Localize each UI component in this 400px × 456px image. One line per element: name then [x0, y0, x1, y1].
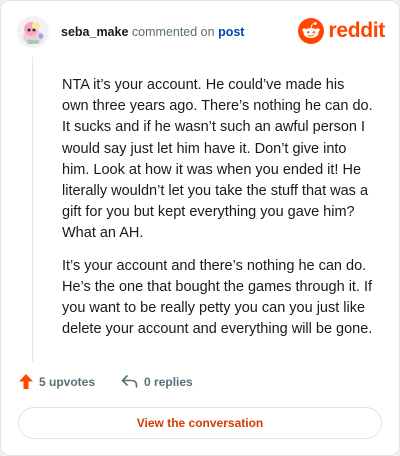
- upvote-arrow-icon: [19, 374, 33, 389]
- reply-count[interactable]: 0 replies: [121, 375, 193, 389]
- view-conversation-button[interactable]: View the conversation: [18, 407, 382, 439]
- reddit-wordmark: reddit: [328, 19, 385, 42]
- avatar[interactable]: [17, 16, 49, 48]
- upvote-count[interactable]: 5 upvotes: [19, 374, 95, 389]
- reddit-snoo-icon: [298, 18, 325, 44]
- comment-card: seba_make commented on post reddit NTA i…: [0, 0, 400, 456]
- replies-label: 0 replies: [144, 374, 193, 389]
- username[interactable]: seba_make: [61, 25, 128, 39]
- comment-body: NTA it’s your account. He could’ve made …: [62, 75, 374, 351]
- comment-header: seba_make commented on post: [61, 25, 244, 39]
- comment-paragraph: It’s your account and there’s nothing he…: [62, 257, 373, 338]
- comment-footer: 5 upvotes 0 replies: [19, 374, 219, 389]
- upvotes-label: 5 upvotes: [39, 374, 96, 389]
- post-link[interactable]: post: [218, 25, 244, 39]
- comment-paragraph: NTA it’s your account. He could’ve made …: [62, 77, 373, 242]
- reply-arrow-icon: [121, 375, 138, 388]
- action-text: commented on: [131, 25, 215, 39]
- reddit-logo[interactable]: reddit: [298, 18, 385, 44]
- thread-line: [32, 57, 33, 362]
